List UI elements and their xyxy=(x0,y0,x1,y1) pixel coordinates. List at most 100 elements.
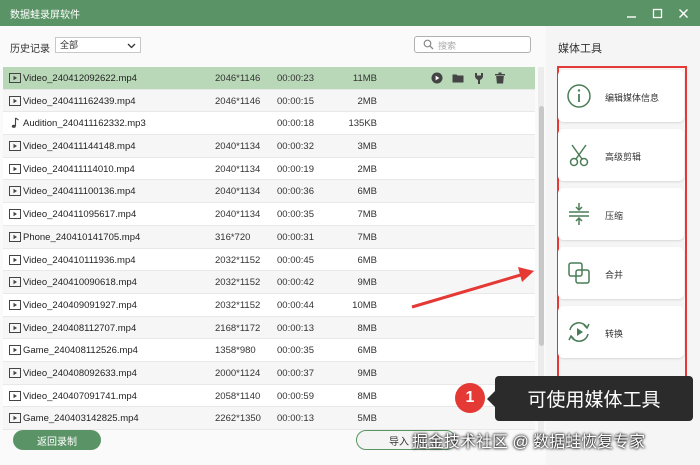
file-size: 10MB xyxy=(352,299,377,311)
file-name: Video_240408112707.mp4 xyxy=(23,322,137,334)
annotation-arrow xyxy=(411,267,534,309)
info-icon xyxy=(566,83,592,109)
tool-edit-media-info[interactable]: 编辑媒体信息 xyxy=(558,70,684,122)
maximize-icon[interactable] xyxy=(650,6,664,20)
file-duration: 00:00:13 xyxy=(277,322,314,334)
file-name: Video_240410111936.mp4 xyxy=(23,254,136,266)
scissors-icon xyxy=(566,142,592,168)
file-row[interactable]: Video_240408092633.mp4 2000*1124 00:00:37 9… xyxy=(3,361,535,385)
file-duration: 00:00:35 xyxy=(277,209,314,221)
file-resolution: 2058*1140 xyxy=(215,390,261,402)
window-title: 数据蛙录屏软件 xyxy=(10,9,80,21)
file-resolution: 2032*1152 xyxy=(215,254,261,266)
minimize-icon[interactable] xyxy=(624,6,638,20)
video-file-icon xyxy=(9,299,21,311)
step-badge: 1 xyxy=(455,383,485,413)
history-filter-value: 全部 xyxy=(60,40,79,50)
file-size: 5MB xyxy=(357,413,377,425)
file-size: 135KB xyxy=(348,118,377,130)
file-row[interactable]: Video_240411100136.mp4 2040*1134 00:00:36 6… xyxy=(3,180,535,204)
file-resolution: 2040*1134 xyxy=(215,209,261,221)
media-tools-title: 媒体工具 xyxy=(558,43,602,55)
file-name: Video_240411114010.mp4 xyxy=(23,163,135,175)
file-row[interactable]: Game_240403142825.mp4 2262*1350 00:00:13 5M… xyxy=(3,407,535,430)
convert-icon xyxy=(566,319,592,345)
video-file-icon xyxy=(9,276,21,288)
tool-label: 转换 xyxy=(605,329,624,339)
file-size: 2MB xyxy=(357,163,377,175)
file-resolution: 2040*1134 xyxy=(215,141,261,153)
file-size: 11MB xyxy=(352,73,377,84)
video-file-icon xyxy=(9,208,21,220)
tool-compress[interactable]: 压缩 xyxy=(558,188,684,240)
tool-label: 高级剪辑 xyxy=(605,152,642,162)
compress-icon xyxy=(566,201,592,227)
file-size: 7MB xyxy=(357,231,377,243)
file-resolution: 2040*1134 xyxy=(215,163,261,175)
file-resolution: 2000*1124 xyxy=(215,367,261,379)
file-resolution: 2046*1146 xyxy=(215,73,261,84)
video-file-icon xyxy=(9,95,21,107)
tool-advanced-cut[interactable]: 高级剪辑 xyxy=(558,129,684,181)
chevron-down-icon xyxy=(127,40,136,54)
file-row[interactable]: Video_240412092622.mp4 2046*1146 00:00:23 1… xyxy=(3,67,535,90)
file-name: Video_240411144148.mp4 xyxy=(23,141,136,153)
delete-icon[interactable] xyxy=(494,72,506,84)
wrench-icon[interactable] xyxy=(473,72,485,84)
file-duration: 00:00:37 xyxy=(277,367,314,379)
video-file-icon xyxy=(9,163,21,175)
video-file-icon xyxy=(9,254,21,266)
file-row[interactable]: Phone_240410141705.mp4 316*720 00:00:31 7MB xyxy=(3,225,535,249)
file-name: Game_240403142825.mp4 xyxy=(23,413,139,425)
callout-pointer xyxy=(487,391,495,407)
import-label: 导入 xyxy=(389,436,409,448)
file-duration: 00:00:13 xyxy=(277,413,314,425)
file-duration: 00:00:35 xyxy=(277,345,314,357)
file-row[interactable]: Video_240411144148.mp4 2040*1134 00:00:32 3… xyxy=(3,135,535,158)
file-size: 3MB xyxy=(357,141,377,153)
tool-convert[interactable]: 转换 xyxy=(558,306,684,358)
file-size: 9MB xyxy=(357,367,377,379)
tool-label: 编辑媒体信息 xyxy=(605,93,660,103)
callout-label: 可使用媒体工具 xyxy=(487,376,693,421)
video-file-icon xyxy=(9,412,21,424)
file-name: Video_240411100136.mp4 xyxy=(23,186,136,198)
file-name: Video_240411162439.mp4 xyxy=(23,95,136,107)
file-row[interactable]: Audition_240411162332.mp3 00:00:18 135KB xyxy=(3,112,535,136)
folder-icon[interactable] xyxy=(452,72,464,84)
file-duration: 00:00:32 xyxy=(277,141,314,153)
history-toolbar: 历史记录 全部 搜索 xyxy=(0,26,546,64)
close-icon[interactable] xyxy=(676,6,690,20)
search-input[interactable]: 搜索 xyxy=(414,36,531,53)
scrollbar-thumb[interactable] xyxy=(539,106,544,346)
file-duration: 00:00:19 xyxy=(277,163,314,175)
file-resolution: 316*720 xyxy=(215,231,251,243)
file-size: 6MB xyxy=(357,254,377,266)
file-row[interactable]: Video_240408112707.mp4 2168*1172 00:00:13 8… xyxy=(3,316,535,340)
history-filter-select[interactable]: 全部 xyxy=(55,37,141,53)
file-row[interactable]: Game_240408112526.mp4 1358*980 00:00:35 6MB xyxy=(3,339,535,362)
file-row[interactable]: Video_240411095617.mp4 2040*1134 00:00:35 7… xyxy=(3,203,535,226)
title-bar: 数据蛙录屏软件 xyxy=(0,0,700,26)
play-icon[interactable] xyxy=(431,72,443,84)
file-name: Audition_240411162332.mp3 xyxy=(23,118,146,130)
file-name: Phone_240410141705.mp4 xyxy=(23,231,141,243)
file-resolution: 2168*1172 xyxy=(215,322,261,334)
file-duration: 00:00:59 xyxy=(277,390,314,402)
video-file-icon xyxy=(9,231,21,243)
video-file-icon xyxy=(9,140,21,152)
back-to-record-button[interactable]: 返回录制 xyxy=(13,430,101,450)
file-duration: 00:00:31 xyxy=(277,231,314,243)
file-row[interactable]: Video_240411162439.mp4 2046*1146 00:00:15 2… xyxy=(3,89,535,113)
file-resolution: 1358*980 xyxy=(215,345,256,357)
file-duration: 00:00:42 xyxy=(277,277,314,289)
file-resolution: 2032*1152 xyxy=(215,277,261,289)
file-name: Video_240410090618.mp4 xyxy=(23,277,137,289)
file-size: 2MB xyxy=(357,95,377,107)
watermark: 掘金技术社区 @ 数据蛙恢复专家 xyxy=(412,434,646,451)
tool-merge[interactable]: 合并 xyxy=(558,247,684,299)
video-file-icon xyxy=(9,344,21,356)
file-size: 6MB xyxy=(357,186,377,198)
file-row[interactable]: Video_240411114010.mp4 2040*1134 00:00:19 2… xyxy=(3,157,535,181)
search-icon xyxy=(423,39,434,53)
